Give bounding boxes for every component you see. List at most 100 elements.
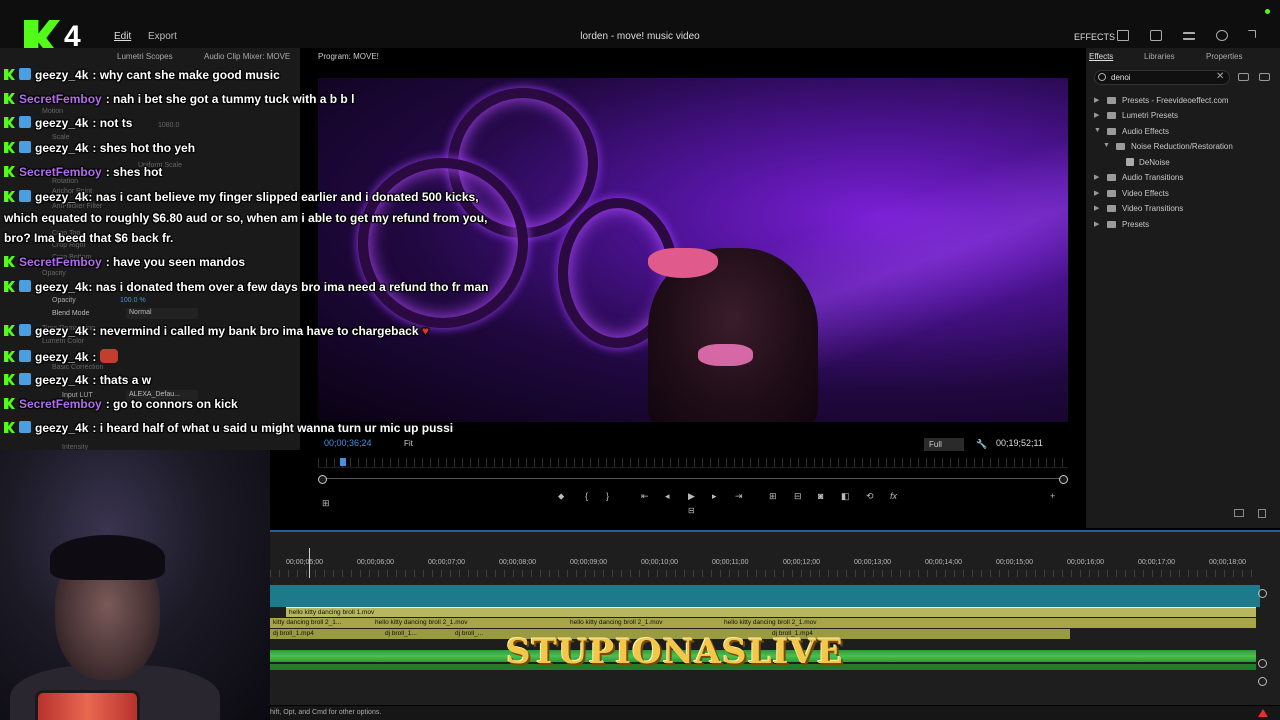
mark-out-icon[interactable]: } xyxy=(606,491,609,501)
playhead-timecode[interactable]: 00;00;36;24 xyxy=(324,438,372,448)
chevron-right-icon[interactable]: ▶ xyxy=(1094,111,1099,119)
tab-properties[interactable]: Properties xyxy=(1206,52,1242,61)
tree-item[interactable]: Presets xyxy=(1122,220,1149,229)
step-back-icon[interactable]: ◂ xyxy=(665,491,670,502)
timeline-time-ruler[interactable] xyxy=(270,570,1260,577)
chat-username[interactable]: geezy_4k xyxy=(35,116,88,130)
effect-icon xyxy=(1126,158,1134,166)
verified-badge-icon xyxy=(19,421,31,433)
clip[interactable]: hello kitty dancing broll 2_1.mov xyxy=(372,618,552,628)
tab-lumetri-scopes[interactable]: Lumetri Scopes xyxy=(117,52,173,61)
scroll-handle-icon[interactable] xyxy=(1258,677,1267,686)
warning-icon[interactable] xyxy=(1258,709,1268,717)
tab-effects[interactable]: Effects xyxy=(1089,52,1113,61)
tree-item[interactable]: DeNoise xyxy=(1139,158,1170,167)
go-to-in-icon[interactable]: ⇤ xyxy=(641,491,649,502)
property-value[interactable]: 1080.0 xyxy=(158,122,179,129)
fullscreen-icon[interactable] xyxy=(1248,30,1256,38)
lift-icon[interactable]: ⊞ xyxy=(769,491,777,502)
scroll-handle-icon[interactable] xyxy=(1258,659,1267,668)
step-forward-icon[interactable]: ▸ xyxy=(712,491,717,502)
clip[interactable]: dj broll_... xyxy=(452,629,502,639)
menu-icon[interactable] xyxy=(1183,32,1195,40)
clip[interactable]: dj broll_1.mp4 xyxy=(270,629,370,639)
video-track-v4[interactable] xyxy=(270,585,1260,607)
add-button-icon[interactable]: + xyxy=(1050,491,1055,501)
tree-item[interactable]: Video Effects xyxy=(1122,189,1169,198)
mark-in-icon[interactable]: { xyxy=(585,491,588,501)
chevron-right-icon[interactable]: ▶ xyxy=(1094,173,1099,181)
verified-badge-icon xyxy=(19,141,31,153)
chat-username[interactable]: geezy_4k xyxy=(35,141,88,155)
monitor-zoom-bar[interactable] xyxy=(322,478,1064,482)
clear-search-icon[interactable]: ✕ xyxy=(1216,71,1224,82)
chevron-down-icon[interactable]: ▼ xyxy=(1094,127,1101,134)
go-to-out-icon[interactable]: ⇥ xyxy=(735,491,743,502)
chevron-right-icon[interactable]: ▶ xyxy=(1094,96,1099,104)
new-folder-icon[interactable] xyxy=(1234,509,1244,517)
blend-mode-select[interactable]: Normal xyxy=(126,308,198,319)
effects-workspace-label[interactable]: EFFECTS xyxy=(1074,32,1115,42)
clip[interactable]: hello kitty dancing broll 2_1.mov xyxy=(721,618,921,628)
clip-row-v3[interactable]: hello kitty dancing broll 1.mov xyxy=(286,607,1256,617)
chat-username[interactable]: SecretFemboy xyxy=(19,92,102,106)
chevron-right-icon[interactable]: ▶ xyxy=(1094,204,1099,212)
extract-icon[interactable]: ⊟ xyxy=(794,491,802,502)
chat-username[interactable]: geezy_4k xyxy=(35,280,88,294)
export-frame-icon[interactable]: ⊟ xyxy=(688,506,695,515)
chat-username[interactable]: geezy_4k xyxy=(35,324,88,338)
tab-audio-clip-mixer[interactable]: Audio Clip Mixer: MOVE xyxy=(204,52,290,61)
zoom-handle-left[interactable] xyxy=(318,475,327,484)
tree-item[interactable]: Lumetri Presets xyxy=(1122,111,1178,120)
chat-username[interactable]: geezy_4k xyxy=(35,421,88,435)
camera-icon[interactable]: ◙ xyxy=(818,491,823,501)
chat-username[interactable]: geezy_4k xyxy=(35,350,88,364)
clip[interactable]: dj broll_1... xyxy=(382,629,442,639)
chevron-right-icon[interactable]: ▶ xyxy=(1094,220,1099,228)
fx-icon[interactable]: fx xyxy=(890,491,897,501)
clip[interactable]: hello kitty dancing broll 1.mov xyxy=(289,609,374,616)
clip[interactable]: kitty dancing broll 2_1... xyxy=(270,618,360,628)
loop-icon[interactable]: ⟲ xyxy=(866,491,874,502)
menu-edit[interactable]: Edit xyxy=(114,31,131,42)
chevron-down-icon[interactable]: ▼ xyxy=(1103,142,1110,149)
tab-program-monitor[interactable]: Program: MOVE! xyxy=(318,52,379,61)
scroll-handle-icon[interactable] xyxy=(1258,589,1267,598)
resolution-select[interactable]: Full xyxy=(924,438,964,451)
tab-libraries[interactable]: Libraries xyxy=(1144,52,1175,61)
chat-username[interactable]: SecretFemboy xyxy=(19,255,102,269)
settings-icon[interactable]: ⊞ xyxy=(322,498,330,509)
tree-item[interactable]: Audio Transitions xyxy=(1122,173,1183,182)
playhead-marker[interactable] xyxy=(340,458,346,466)
chat-username[interactable]: SecretFemboy xyxy=(19,397,102,411)
chevron-right-icon[interactable]: ▶ xyxy=(1094,189,1099,197)
tree-item[interactable]: Audio Effects xyxy=(1122,127,1169,136)
compare-icon[interactable]: ◧ xyxy=(841,491,850,502)
zoom-handle-right[interactable] xyxy=(1059,475,1068,484)
timeline-playhead[interactable] xyxy=(309,548,310,578)
chat-username[interactable]: geezy_4k xyxy=(35,68,88,82)
add-marker-icon[interactable]: ⬥ xyxy=(558,491,564,502)
monitor-scrub-bar[interactable] xyxy=(318,458,1068,468)
menu-export[interactable]: Export xyxy=(148,31,177,42)
zoom-fit-select[interactable]: Fit xyxy=(404,439,413,448)
tree-item[interactable]: Video Transitions xyxy=(1122,204,1183,213)
status-bar xyxy=(270,706,1280,720)
wrench-icon[interactable]: 🔧 xyxy=(976,439,987,450)
new-bin-icon[interactable] xyxy=(1238,73,1249,81)
chat-separator: : xyxy=(92,68,97,82)
opacity-value[interactable]: 100.0 % xyxy=(120,297,146,304)
chat-username[interactable]: geezy_4k xyxy=(35,190,88,204)
effects-search-value[interactable]: denoi xyxy=(1111,73,1131,82)
tree-item[interactable]: Noise Reduction/Restoration xyxy=(1131,142,1233,151)
clip[interactable]: hello kitty dancing broll 2_1.mov xyxy=(567,618,707,628)
tree-item[interactable]: Presets - Freevideoeffect.com xyxy=(1122,96,1229,105)
play-icon[interactable]: ▶ xyxy=(688,491,695,502)
chat-username[interactable]: geezy_4k xyxy=(35,373,88,387)
search-icon[interactable] xyxy=(1216,30,1228,41)
trash-icon[interactable] xyxy=(1258,509,1266,518)
chat-username[interactable]: SecretFemboy xyxy=(19,165,102,179)
new-preset-icon[interactable] xyxy=(1259,73,1270,81)
panel-icon[interactable] xyxy=(1117,30,1129,41)
share-icon[interactable] xyxy=(1150,30,1162,41)
